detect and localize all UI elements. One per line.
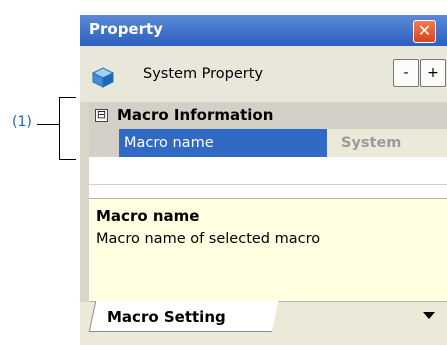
grid-divider — [89, 184, 447, 185]
description-title: Macro name — [96, 207, 200, 225]
property-name[interactable]: Macro name — [119, 129, 327, 157]
cube-icon — [91, 67, 115, 88]
panel-title: Property — [89, 20, 163, 38]
callout-bracket — [59, 97, 76, 160]
property-panel: Property ✕ System Property - + ⊟ Macro I… — [80, 15, 447, 345]
panel-toolbar: System Property - + — [80, 46, 447, 102]
toolbar-title: System Property — [143, 66, 264, 82]
tab-label[interactable]: Macro Setting — [107, 308, 226, 326]
close-button[interactable]: ✕ — [413, 20, 436, 43]
dropdown-arrow-icon[interactable] — [423, 312, 435, 319]
panel-titlebar: Property ✕ — [80, 15, 447, 46]
callout-line — [37, 124, 59, 125]
category-row[interactable]: ⊟ Macro Information — [89, 102, 447, 129]
collapse-all-button[interactable]: - — [393, 59, 419, 87]
callout-label: (1) — [12, 114, 32, 130]
property-value[interactable]: System — [327, 129, 447, 157]
description-area: Macro name Macro name of selected macro — [89, 198, 447, 302]
property-row[interactable]: Macro name System — [89, 129, 447, 157]
description-text: Macro name of selected macro — [96, 231, 321, 247]
category-label: Macro Information — [117, 106, 274, 124]
expand-all-button[interactable]: + — [420, 59, 446, 87]
property-grid: ⊟ Macro Information Macro name System — [89, 102, 447, 198]
row-gutter — [89, 129, 119, 157]
collapse-icon[interactable]: ⊟ — [95, 109, 108, 122]
tab-bar: Macro Setting — [80, 301, 447, 345]
